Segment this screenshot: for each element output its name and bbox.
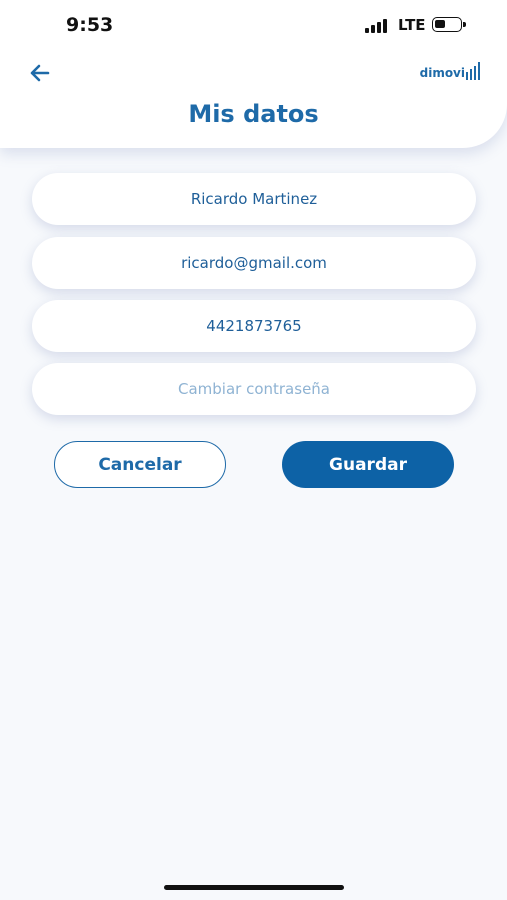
password-placeholder: Cambiar contraseña xyxy=(177,380,330,398)
brand-bars-icon xyxy=(466,62,482,80)
email-value: ricardo@gmail.com xyxy=(181,254,327,272)
back-button[interactable] xyxy=(27,60,53,86)
home-indicator xyxy=(164,885,344,890)
status-time: 9:53 xyxy=(66,14,114,36)
email-field[interactable]: ricardo@gmail.com xyxy=(32,237,476,289)
phone-field[interactable]: 4421873765 xyxy=(32,300,476,352)
app-header: 9:53 LTE dimovi Mis datos xyxy=(0,0,507,148)
arrow-left-icon xyxy=(30,64,50,82)
name-value: Ricardo Martinez xyxy=(190,190,318,208)
battery-level xyxy=(435,20,445,28)
status-bar: 9:53 LTE xyxy=(0,0,507,50)
phone-value: 4421873765 xyxy=(206,317,302,335)
change-password-field[interactable]: Cambiar contraseña xyxy=(32,363,476,415)
battery-icon xyxy=(432,17,466,32)
page-title: Mis datos xyxy=(188,100,319,128)
cancel-button[interactable]: Cancelar xyxy=(54,441,226,488)
network-label: LTE xyxy=(398,16,426,34)
signal-icon xyxy=(365,19,393,33)
save-button[interactable]: Guardar xyxy=(282,441,454,488)
brand-name: dimovi xyxy=(419,66,465,80)
name-field[interactable]: Ricardo Martinez xyxy=(32,173,476,225)
